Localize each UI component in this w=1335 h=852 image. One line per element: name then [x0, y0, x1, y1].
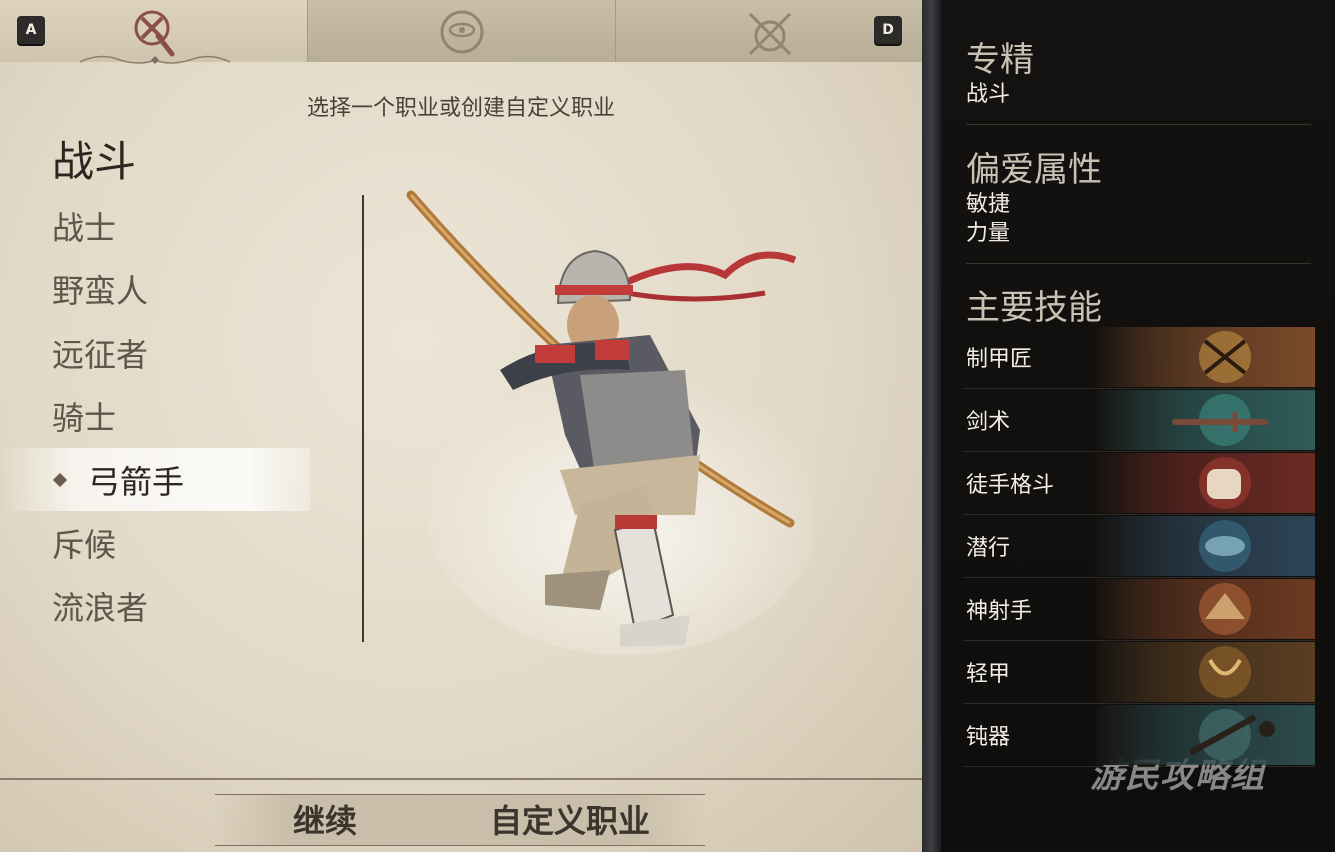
skill-name: 徒手格斗 — [966, 473, 1055, 498]
class-label: 斥候 — [52, 525, 117, 564]
category-title: 战斗 — [52, 137, 137, 186]
ornament-divider — [80, 55, 230, 64]
panel-gutter — [922, 0, 941, 852]
skill-row-unarmed: 徒手格斗 — [963, 452, 1315, 515]
class-details-panel: 专精 战斗 偏爱属性 敏捷 力量 主要技能 制甲匠 剑术 徒手格斗 潜行 神射手… — [941, 0, 1335, 852]
class-item-knight[interactable]: 骑士 — [0, 385, 310, 449]
skill-row-armorer: 制甲匠 — [963, 326, 1315, 389]
marksman-emblem-icon — [1095, 579, 1315, 639]
class-selection-panel: A D 选择一个职业或创建自定义职业 战斗 战士 野蛮人 远征者 骑士 弓箭手 … — [0, 0, 922, 852]
skill-name: 剑术 — [966, 410, 1011, 435]
skill-name: 潜行 — [966, 536, 1011, 561]
attributes-title: 偏爱属性 — [966, 150, 1102, 190]
custom-class-button[interactable]: 自定义职业 — [490, 794, 650, 844]
skill-row-blunt: 钝器 — [963, 704, 1315, 767]
class-label: 战士 — [52, 208, 117, 247]
skill-row-light-armor: 轻甲 — [963, 641, 1315, 704]
class-item-crusader[interactable]: 远征者 — [0, 321, 310, 385]
class-list: 战士 野蛮人 远征者 骑士 弓箭手 斥候 流浪者 — [0, 194, 310, 638]
class-label: 远征者 — [52, 335, 149, 374]
class-item-archer[interactable]: 弓箭手 — [0, 448, 310, 511]
class-item-warrior[interactable]: 战士 — [0, 194, 310, 258]
skill-name: 轻甲 — [966, 662, 1011, 687]
attribute-agility: 敏捷 — [966, 192, 1011, 217]
section-divider — [966, 263, 1311, 264]
section-divider — [966, 124, 1311, 125]
specialization-title: 专精 — [966, 40, 1034, 80]
tab-stealth[interactable] — [307, 0, 616, 62]
next-tab-key[interactable]: D — [874, 16, 902, 44]
crossed-swords-emblem-icon — [748, 12, 791, 56]
skill-name: 制甲匠 — [966, 347, 1033, 372]
archer-portrait — [406, 190, 815, 655]
skills-title: 主要技能 — [966, 288, 1102, 328]
skill-name: 钝器 — [966, 725, 1011, 750]
class-label: 流浪者 — [52, 589, 149, 628]
skill-name: 神射手 — [966, 599, 1033, 624]
class-item-scout[interactable]: 斥候 — [0, 511, 310, 575]
skill-row-swordsmanship: 剑术 — [963, 389, 1315, 452]
class-label: 野蛮人 — [52, 272, 149, 311]
eye-emblem-icon — [440, 10, 484, 54]
sneak-emblem-icon — [1095, 516, 1315, 576]
footer-rule — [0, 778, 922, 780]
list-divider — [362, 195, 364, 642]
specialization-value: 战斗 — [966, 82, 1011, 107]
blunt-emblem-icon — [1095, 705, 1315, 765]
skill-list: 制甲匠 剑术 徒手格斗 潜行 神射手 轻甲 钝器 — [963, 326, 1315, 767]
armorer-emblem-icon — [1095, 327, 1315, 387]
class-label: 骑士 — [52, 399, 117, 438]
class-item-barbarian[interactable]: 野蛮人 — [0, 258, 310, 322]
light-armor-emblem-icon — [1095, 642, 1315, 702]
fist-emblem-icon — [1095, 453, 1315, 513]
selected-diamond-icon — [52, 472, 68, 487]
class-item-wanderer[interactable]: 流浪者 — [0, 575, 310, 639]
prev-tab-key[interactable]: A — [17, 16, 45, 44]
page-subtitle: 选择一个职业或创建自定义职业 — [306, 96, 615, 121]
attribute-strength: 力量 — [966, 221, 1011, 246]
class-label: 弓箭手 — [88, 462, 185, 501]
category-tab-bar: A D — [0, 0, 922, 64]
skill-row-sneak: 潜行 — [963, 515, 1315, 578]
sword-emblem-icon — [1095, 390, 1315, 450]
continue-button[interactable]: 继续 — [293, 794, 357, 844]
skill-row-marksman: 神射手 — [963, 578, 1315, 641]
